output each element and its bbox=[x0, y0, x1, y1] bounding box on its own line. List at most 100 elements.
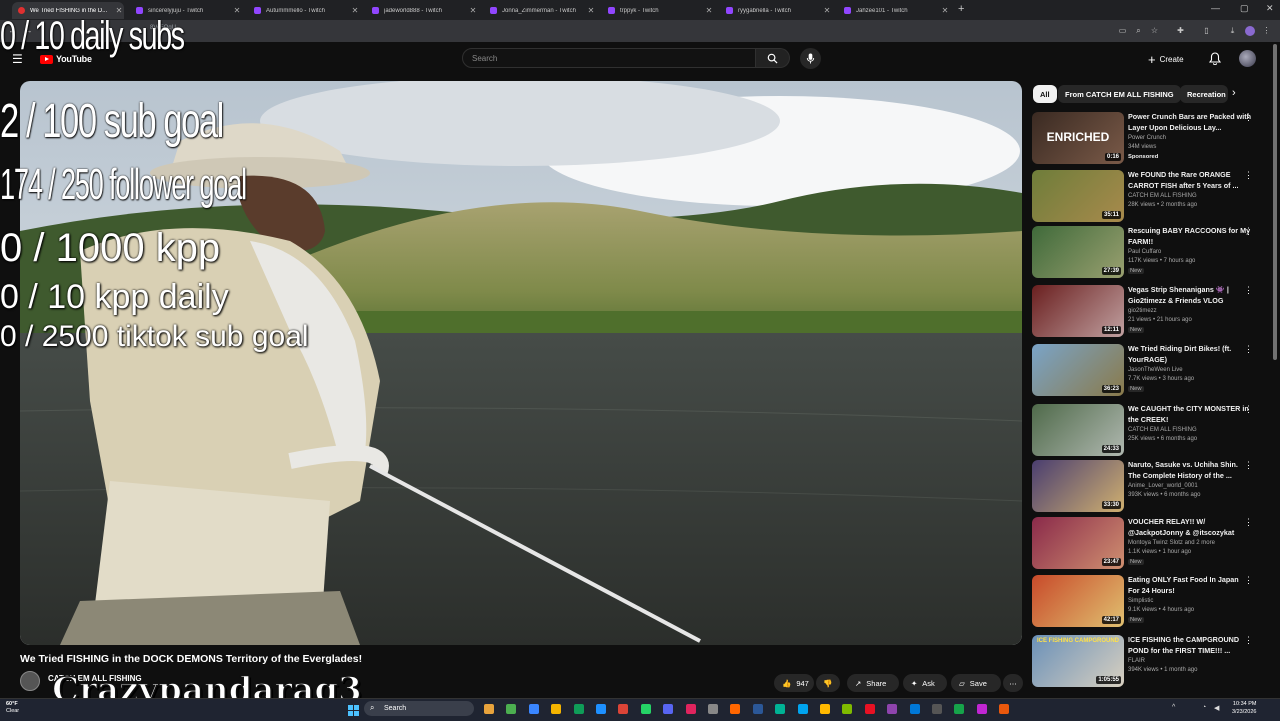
chrome-icon[interactable] bbox=[618, 704, 629, 714]
account-avatar[interactable] bbox=[1239, 50, 1256, 67]
video-title[interactable]: Rescuing BABY RACCOONS for My FARM!! bbox=[1128, 226, 1252, 247]
weather-widget[interactable]: 60°F Clear bbox=[6, 701, 19, 715]
channel-name[interactable]: gio2timezz bbox=[1128, 308, 1157, 314]
video-thumbnail[interactable]: 27:39 bbox=[1032, 226, 1124, 278]
scrollbar[interactable] bbox=[1273, 44, 1277, 360]
search-input[interactable]: Search bbox=[462, 48, 756, 68]
calculator-icon[interactable] bbox=[708, 704, 718, 714]
recommended-video[interactable]: 33:30 Naruto, Sasuke vs. Uchiha Shin. The… bbox=[1032, 460, 1262, 514]
video-title[interactable]: Naruto, Sasuke vs. Uchiha Shin. The Comp… bbox=[1128, 460, 1252, 481]
video-title[interactable]: ICE FISHING the CAMPGROUND POND for the … bbox=[1128, 635, 1252, 656]
channel-name[interactable]: CATCH EM ALL FISHING bbox=[1128, 427, 1197, 433]
chip-recreation[interactable]: Recreation bbox=[1180, 85, 1228, 103]
spotify-icon[interactable] bbox=[640, 704, 651, 714]
close-tab-icon[interactable]: ✕ bbox=[940, 6, 950, 15]
wifi-icon[interactable]: ◔ bbox=[1202, 704, 1206, 711]
browser-tab[interactable]: jadeworld888 - Twitch ✕ bbox=[366, 2, 478, 19]
video-title[interactable]: Eating ONLY Fast Food In Japan For 24 Ho… bbox=[1128, 575, 1252, 596]
close-tab-icon[interactable]: ✕ bbox=[350, 6, 360, 15]
more-options-icon[interactable]: ⋮ bbox=[1244, 226, 1253, 237]
video-thumbnail[interactable]: ENRICHED 0:16 bbox=[1032, 112, 1124, 164]
browser-tab[interactable]: trppyk - Twitch ✕ bbox=[602, 2, 714, 19]
chip-from-channel[interactable]: From CATCH EM ALL FISHING bbox=[1058, 85, 1181, 103]
taskbar-search[interactable]: Search bbox=[364, 701, 474, 716]
video-title[interactable]: We FOUND the Rare ORANGE CARROT FISH aft… bbox=[1128, 170, 1252, 191]
extensions-icon[interactable]: ✚ bbox=[1176, 26, 1185, 35]
app-icon[interactable] bbox=[999, 704, 1010, 714]
more-options-icon[interactable]: ⋮ bbox=[1244, 517, 1253, 528]
like-button[interactable]: 👍 947 bbox=[774, 674, 814, 692]
windows-start-icon[interactable] bbox=[348, 703, 359, 721]
folder-icon[interactable] bbox=[551, 704, 562, 714]
video-thumbnail[interactable]: 23:47 bbox=[1032, 517, 1124, 569]
more-options-icon[interactable]: ⋮ bbox=[1244, 112, 1253, 123]
video-title[interactable]: VOUCHER RELAY!! W/ @JackpotJonny & @itsc… bbox=[1128, 517, 1252, 538]
recommended-video[interactable]: 42:17 Eating ONLY Fast Food In Japan For … bbox=[1032, 575, 1262, 629]
video-title[interactable]: We CAUGHT the CITY MONSTER in the CREEK! bbox=[1128, 404, 1252, 425]
more-options-icon[interactable]: ⋮ bbox=[1244, 170, 1253, 181]
app-icon[interactable] bbox=[820, 704, 830, 714]
channel-name[interactable]: Power Crunch bbox=[1128, 135, 1166, 141]
channel-avatar[interactable] bbox=[20, 671, 40, 691]
maximize-button[interactable]: ▢ bbox=[1240, 3, 1249, 14]
edge-icon[interactable] bbox=[797, 704, 808, 714]
browser-tab[interactable]: Jahzee101 - Twitch ✕ bbox=[838, 2, 950, 19]
tray-chevron-icon[interactable]: ^ bbox=[1172, 704, 1175, 711]
sidebar-icon[interactable]: ▯ bbox=[1202, 26, 1211, 35]
video-thumbnail[interactable]: 42:17 bbox=[1032, 575, 1124, 627]
recommended-video[interactable]: 36:23 We Tried Riding Dirt Bikes! (ft. Yo… bbox=[1032, 344, 1262, 398]
file-explorer-icon[interactable] bbox=[506, 704, 517, 714]
more-options-icon[interactable]: ⋮ bbox=[1244, 285, 1253, 296]
video-thumbnail[interactable]: ICE FISHING CAMPGROUND 1:05:55 bbox=[1032, 635, 1124, 687]
notifications-bell-icon[interactable] bbox=[1208, 52, 1222, 70]
dislike-button[interactable]: 👎 bbox=[816, 674, 840, 692]
share-button[interactable]: ↗ Share bbox=[847, 674, 899, 692]
channel-name[interactable]: Montoya Twinz Slotz and 2 more bbox=[1128, 540, 1215, 546]
close-tab-icon[interactable]: ✕ bbox=[822, 6, 832, 15]
video-thumbnail[interactable]: 24:33 bbox=[1032, 404, 1124, 456]
app-icon[interactable] bbox=[909, 704, 920, 714]
channel-name[interactable]: Simplistic bbox=[1128, 598, 1153, 604]
discord-icon[interactable] bbox=[663, 704, 674, 714]
save-button[interactable]: ▱ Save bbox=[951, 674, 1001, 692]
close-tab-icon[interactable]: ✕ bbox=[704, 6, 714, 15]
app-icon[interactable] bbox=[730, 704, 741, 714]
browser-icon[interactable] bbox=[528, 704, 539, 714]
channel-name[interactable]: CATCH EM ALL FISHING bbox=[1128, 193, 1197, 199]
close-tab-icon[interactable]: ✕ bbox=[468, 6, 478, 15]
more-actions-button[interactable]: ⋯ bbox=[1003, 674, 1023, 692]
browser-menu-icon[interactable]: ⋮ bbox=[1262, 26, 1271, 35]
more-options-icon[interactable]: ⋮ bbox=[1244, 404, 1253, 415]
recommended-video[interactable]: 35:11 We FOUND the Rare ORANGE CARROT FIS… bbox=[1032, 170, 1262, 224]
browser-tab[interactable]: Autummmello - Twitch ✕ bbox=[248, 2, 360, 19]
search-button[interactable] bbox=[756, 48, 790, 68]
video-thumbnail[interactable]: 35:11 bbox=[1032, 170, 1124, 222]
close-tab-icon[interactable]: ✕ bbox=[232, 6, 242, 15]
downloads-icon[interactable]: ⤓ bbox=[1228, 26, 1237, 35]
minimize-button[interactable]: — bbox=[1211, 3, 1220, 13]
app-icon[interactable] bbox=[775, 704, 786, 714]
recommended-video[interactable]: ENRICHED 0:16 Power Crunch Bars are Packed… bbox=[1032, 112, 1262, 166]
app-icon[interactable] bbox=[752, 704, 763, 714]
mail-icon[interactable] bbox=[596, 704, 606, 714]
app-icon[interactable] bbox=[864, 704, 875, 714]
more-options-icon[interactable]: ⋮ bbox=[1244, 635, 1253, 646]
app-icon[interactable] bbox=[976, 704, 987, 714]
create-button[interactable]: + Create bbox=[1148, 50, 1184, 68]
more-options-icon[interactable]: ⋮ bbox=[1244, 344, 1253, 355]
cast-icon[interactable]: ▭ bbox=[1118, 26, 1127, 35]
voice-search-button[interactable] bbox=[800, 48, 821, 69]
zoom-icon[interactable]: ⌕ bbox=[1134, 26, 1143, 35]
system-clock[interactable]: 10:34 PM 3/23/2026 bbox=[1232, 700, 1256, 716]
store-icon[interactable] bbox=[573, 704, 584, 714]
recommended-video[interactable]: ICE FISHING CAMPGROUND 1:05:55 ICE FISHING… bbox=[1032, 635, 1262, 689]
more-options-icon[interactable]: ⋮ bbox=[1244, 460, 1253, 471]
recommended-video[interactable]: 23:47 VOUCHER RELAY!! W/ @JackpotJonny & … bbox=[1032, 517, 1262, 571]
chevron-right-icon[interactable]: › bbox=[1232, 87, 1236, 99]
app-icon[interactable] bbox=[887, 704, 898, 714]
recommended-video[interactable]: 27:39 Rescuing BABY RACCOONS for My FARM!… bbox=[1032, 226, 1262, 280]
close-tab-icon[interactable]: ✕ bbox=[586, 6, 596, 15]
new-tab-button[interactable]: + bbox=[958, 3, 964, 15]
app-icon[interactable] bbox=[842, 704, 853, 714]
volume-icon[interactable]: ◀ bbox=[1214, 704, 1219, 712]
